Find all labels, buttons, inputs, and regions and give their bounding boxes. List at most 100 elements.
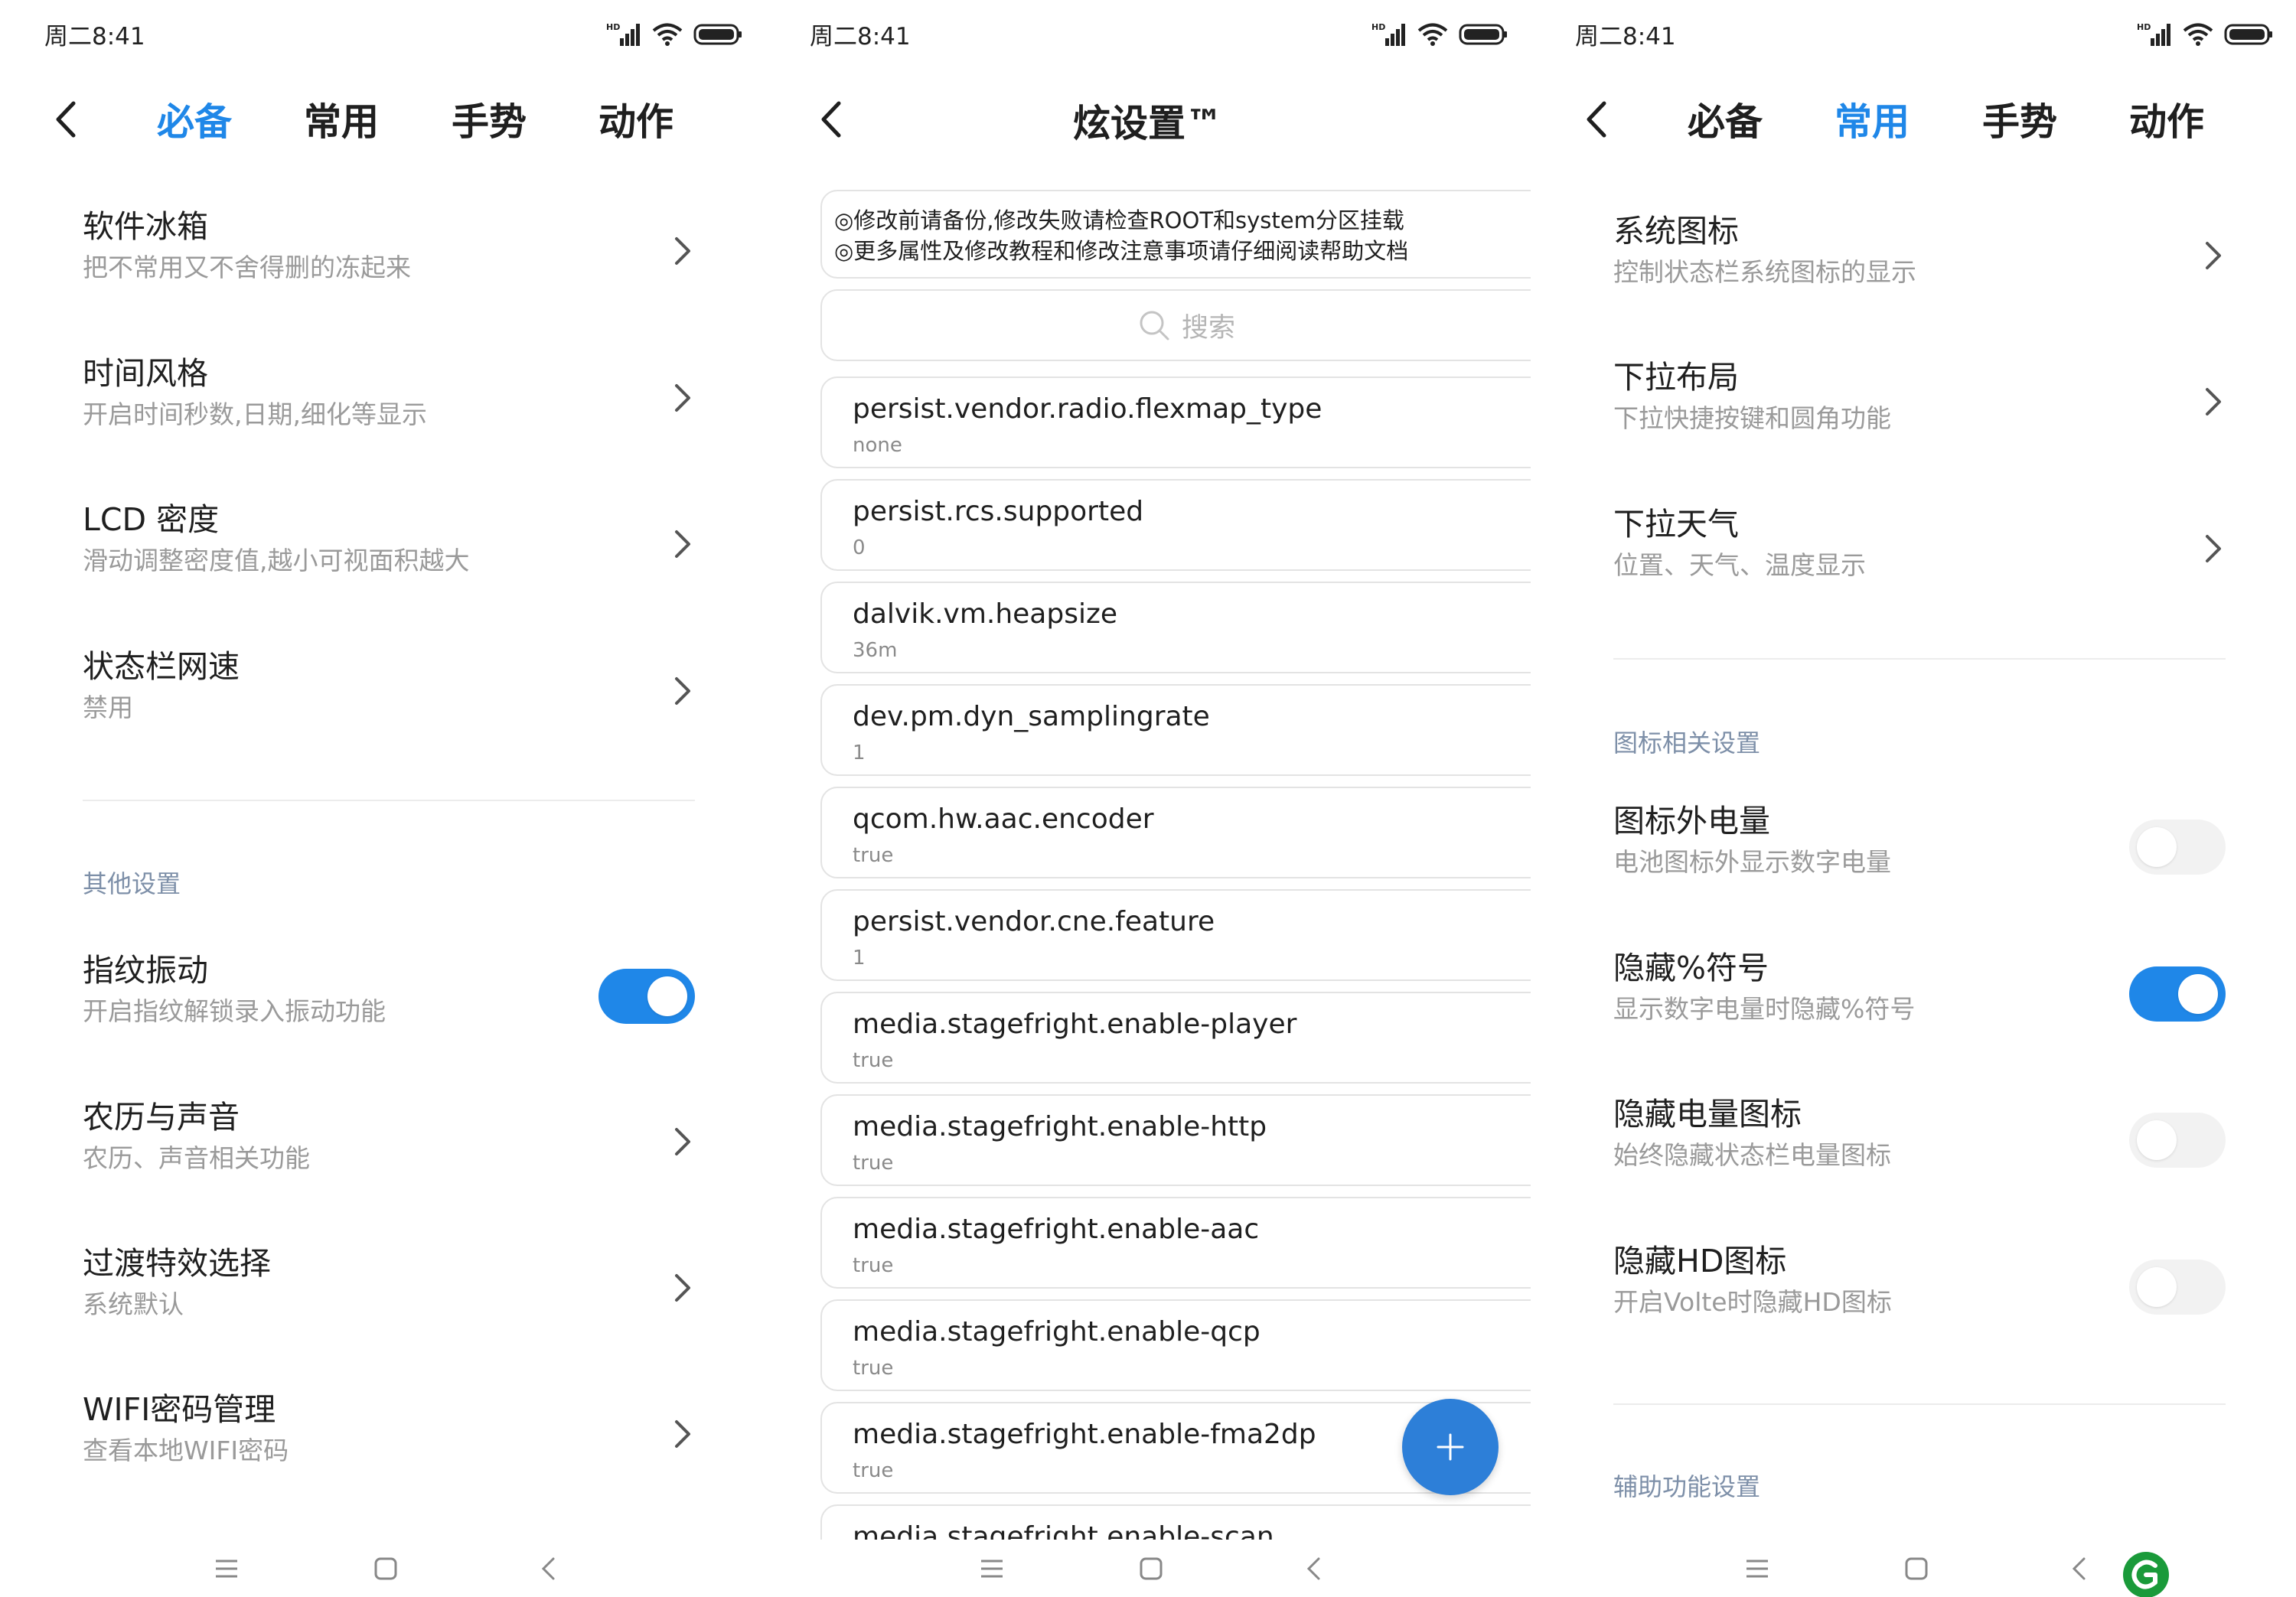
svg-text:HD: HD	[606, 22, 620, 32]
section-header-other: 其他设置	[83, 869, 181, 898]
prop-item[interactable]: persist.vendor.cne.feature 1	[820, 889, 1531, 981]
back-key[interactable]	[2063, 1553, 2094, 1584]
row-subtitle: 开启时间秒数,日期,细化等显示	[83, 399, 427, 429]
fingerprint-vibration-toggle[interactable]	[598, 969, 695, 1024]
tab-common[interactable]: 常用	[304, 92, 379, 146]
hide-hd-toggle[interactable]	[2129, 1260, 2226, 1315]
prop-item[interactable]: dalvik.vm.heapsize 36m	[820, 582, 1531, 673]
menu-icon	[1746, 1560, 1768, 1578]
prop-key: persist.vendor.radio.flexmap_type	[853, 393, 1322, 425]
home-icon	[374, 1557, 397, 1580]
setting-row-app-freezer[interactable]: 软件冰箱 把不常用又不舍得删的冻起来	[83, 205, 695, 305]
back-nav-icon	[541, 1557, 555, 1580]
setting-row-wifi-password[interactable]: WIFI密码管理 查看本地WIFI密码	[83, 1388, 695, 1488]
tab-action[interactable]: 动作	[2129, 92, 2204, 146]
status-bar: 周二8:41 HD	[765, 17, 1531, 51]
row-subtitle: 位置、天气、温度显示	[1613, 550, 1866, 580]
setting-row-hide-hd-icon[interactable]: 隐藏HD图标 开启Volte时隐藏HD图标	[1613, 1240, 2226, 1339]
battery-icon	[693, 24, 742, 45]
setting-row-pulldown-layout[interactable]: 下拉布局 下拉快捷按键和圆角功能	[1613, 356, 2226, 455]
row-title: 系统图标	[1613, 213, 1739, 249]
prop-key: media.stagefright.enable-http	[853, 1111, 1267, 1142]
chevron-right-icon	[675, 1128, 690, 1155]
settings-panel-common: 周二8:41 HD 必备 常用 手势 动作 系统图标 控制状态栏系统图标的显示 …	[1531, 0, 2296, 1597]
notice-line: ◎修改前请备份,修改失败请检查ROOT和system分区挂载	[834, 207, 1404, 233]
setting-row-transition-effect[interactable]: 过渡特效选择 系统默认	[83, 1242, 695, 1341]
setting-row-lunar-sound[interactable]: 农历与声音 农历、声音相关功能	[83, 1096, 695, 1195]
prop-item[interactable]: qcom.hw.aac.encoder true	[820, 787, 1531, 878]
prop-value: 0	[853, 536, 866, 559]
home-key[interactable]	[1901, 1553, 1932, 1584]
external-battery-toggle[interactable]	[2129, 820, 2226, 875]
setting-row-pulldown-weather[interactable]: 下拉天气 位置、天气、温度显示	[1613, 503, 2226, 602]
row-subtitle: 控制状态栏系统图标的显示	[1613, 257, 1916, 287]
setting-row-time-style[interactable]: 时间风格 开启时间秒数,日期,细化等显示	[83, 352, 695, 451]
toggle-knob	[2137, 1120, 2177, 1160]
tab-common[interactable]: 常用	[1835, 92, 1910, 146]
setting-row-lcd-density[interactable]: LCD 密度 滑动调整密度值,越小可视面积越大	[83, 498, 695, 598]
row-subtitle: 查看本地WIFI密码	[83, 1436, 289, 1465]
prop-item[interactable]: media.stagefright.enable-http true	[820, 1094, 1531, 1186]
prop-item[interactable]: dev.pm.dyn_samplingrate 1	[820, 684, 1531, 776]
setting-row-hide-battery-icon[interactable]: 隐藏电量图标 始终隐藏状态栏电量图标	[1613, 1093, 2226, 1192]
divider	[1613, 1403, 2226, 1405]
tab-gesture[interactable]: 手势	[452, 92, 527, 146]
system-nav-bar	[0, 1540, 765, 1597]
row-title: WIFI密码管理	[83, 1391, 276, 1428]
back-nav-icon	[2072, 1557, 2086, 1580]
search-input[interactable]: 搜索	[820, 289, 1531, 361]
prop-value: true	[853, 1357, 894, 1380]
hide-percent-toggle[interactable]	[2129, 966, 2226, 1022]
menu-icon	[981, 1560, 1003, 1578]
add-property-button[interactable]	[1402, 1399, 1499, 1495]
status-icons: HD	[2137, 21, 2273, 47]
home-key[interactable]	[1136, 1553, 1166, 1584]
system-nav-bar	[1531, 1540, 2296, 1597]
prop-key: media.stagefright.enable-player	[853, 1009, 1297, 1040]
system-nav-bar	[765, 1540, 1531, 1597]
prop-item[interactable]: media.stagefright.enable-qcp true	[820, 1299, 1531, 1391]
status-bar: 周二8:41 HD	[1531, 17, 2296, 51]
back-key[interactable]	[533, 1553, 563, 1584]
watermark-logo-icon	[2123, 1552, 2169, 1597]
tab-essential[interactable]: 必备	[157, 92, 232, 146]
home-key[interactable]	[370, 1553, 401, 1584]
prop-item[interactable]: persist.vendor.radio.flexmap_type none	[820, 376, 1531, 468]
prop-key: media.stagefright.enable-aac	[853, 1214, 1260, 1245]
setting-row-external-battery-percent[interactable]: 图标外电量 电池图标外显示数字电量	[1613, 800, 2226, 899]
back-button[interactable]	[1577, 96, 1615, 142]
chevron-right-icon	[675, 1274, 690, 1302]
prop-item[interactable]: persist.rcs.supported 0	[820, 479, 1531, 571]
row-subtitle: 滑动调整密度值,越小可视面积越大	[83, 546, 470, 575]
prop-item[interactable]: media.stagefright.enable-player true	[820, 992, 1531, 1084]
setting-row-system-icons[interactable]: 系统图标 控制状态栏系统图标的显示	[1613, 210, 2226, 309]
setting-row-fingerprint-vibration[interactable]: 指纹振动 开启指纹解锁录入振动功能	[83, 949, 695, 1048]
setting-row-hide-percent-sign[interactable]: 隐藏%符号 显示数字电量时隐藏%符号	[1613, 947, 2226, 1046]
back-button[interactable]	[46, 96, 84, 142]
prop-value: 1	[853, 947, 866, 970]
row-title: 过渡特效选择	[83, 1245, 271, 1282]
page-title: 炫设置™	[1072, 102, 1223, 145]
chevron-right-icon	[675, 1420, 690, 1448]
prop-key: persist.vendor.cne.feature	[853, 906, 1215, 937]
hd-signal-icon: HD	[2137, 22, 2170, 46]
hide-battery-toggle[interactable]	[2129, 1113, 2226, 1168]
menu-key[interactable]	[211, 1553, 242, 1584]
tab-essential[interactable]: 必备	[1688, 92, 1763, 146]
chevron-right-icon	[2206, 242, 2221, 269]
menu-key[interactable]	[977, 1553, 1007, 1584]
chevron-right-icon	[675, 384, 690, 412]
row-title: 时间风格	[83, 355, 208, 392]
back-arrow-icon	[1587, 101, 1606, 138]
back-key[interactable]	[1298, 1553, 1329, 1584]
setting-row-statusbar-speed[interactable]: 状态栏网速 禁用	[83, 645, 695, 745]
tab-action[interactable]: 动作	[598, 92, 673, 146]
menu-key[interactable]	[1742, 1553, 1773, 1584]
prop-item[interactable]: media.stagefright.enable-aac true	[820, 1197, 1531, 1289]
row-title: 状态栏网速	[83, 648, 240, 685]
tab-gesture[interactable]: 手势	[1982, 92, 2057, 146]
prop-key: qcom.hw.aac.encoder	[853, 803, 1154, 835]
home-icon	[1140, 1557, 1163, 1580]
status-time: 周二8:41	[810, 23, 911, 51]
status-time: 周二8:41	[1575, 23, 1676, 51]
